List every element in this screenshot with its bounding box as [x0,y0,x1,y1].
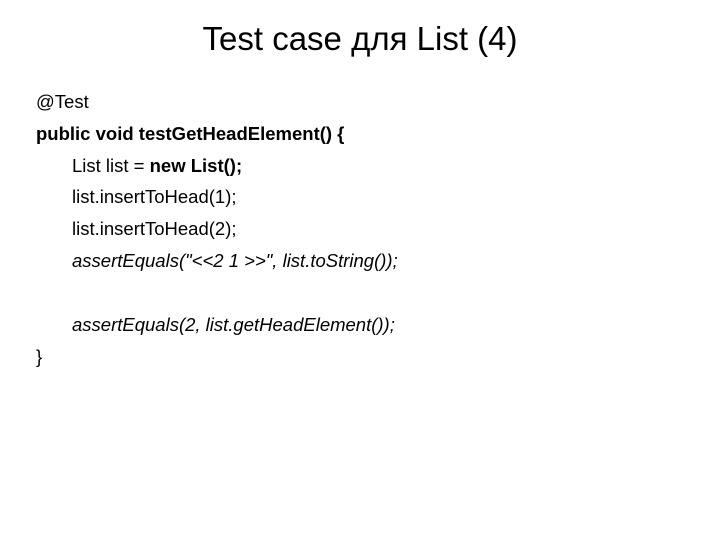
code-line: public void testGetHeadElement() { [36,118,684,150]
slide-title: Test case для List (4) [36,20,684,58]
code-line: list.insertToHead(2); [36,213,684,245]
keyword: new List(); [150,155,243,176]
keyword: public void [36,123,134,144]
code-line: @Test [36,86,684,118]
code-line: assertEquals("<<2 1 >>", list.toString()… [36,245,684,277]
code-line: list.insertToHead(1); [36,181,684,213]
method-signature: testGetHeadElement() { [134,123,345,144]
code-text: List list = [72,155,150,176]
code-line: } [36,341,684,373]
code-block: @Test public void testGetHeadElement() {… [36,86,684,372]
code-line: List list = new List(); [36,150,684,182]
blank-line [36,277,684,309]
code-line: assertEquals(2, list.getHeadElement()); [36,309,684,341]
